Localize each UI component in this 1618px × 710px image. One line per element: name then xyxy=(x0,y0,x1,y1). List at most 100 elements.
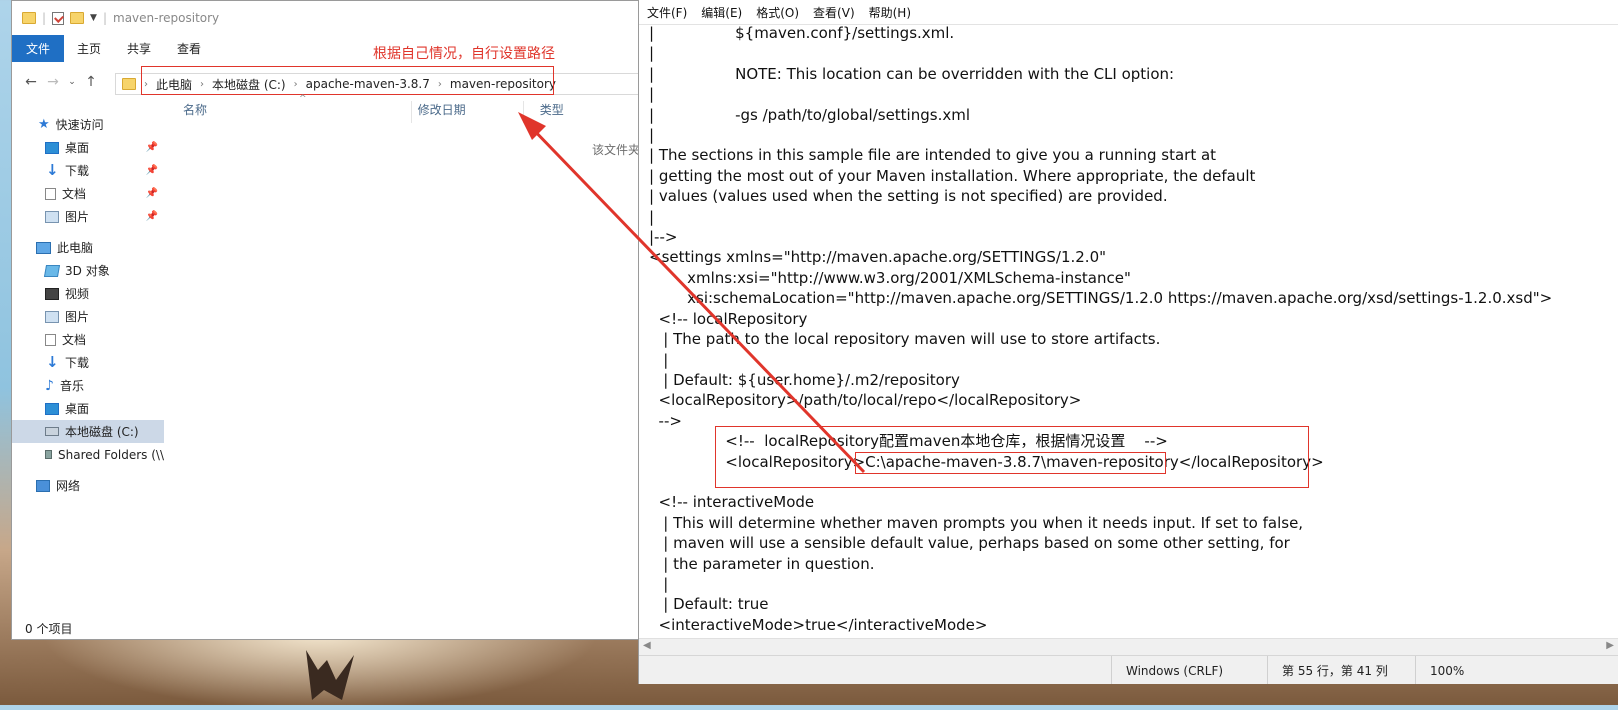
sidebar-item-quick-access[interactable]: ★ 快速访问 xyxy=(12,113,164,136)
quick-access-toolbar-dropdown-icon[interactable]: ▼ xyxy=(90,13,97,23)
text-editor[interactable]: | ${maven.conf}/settings.xml. | | NOTE: … xyxy=(639,24,1618,639)
sidebar-item-music[interactable]: ♪ 音乐 xyxy=(12,374,164,397)
code-line: | -gs /path/to/global/settings.xml xyxy=(649,105,970,124)
sidebar-item-network[interactable]: 网络 xyxy=(12,474,164,497)
code-line: xsi:schemaLocation="http://maven.apache.… xyxy=(649,289,1553,308)
sidebar-item-label: 文档 xyxy=(62,333,87,347)
sidebar-item-label: 下载 xyxy=(65,164,90,178)
code-line: | maven will use a sensible default valu… xyxy=(649,534,1290,553)
tab-share[interactable]: 共享 xyxy=(114,35,164,62)
back-arrow-icon[interactable]: ← xyxy=(20,74,42,90)
recent-locations-chevron-icon[interactable]: ⌄ xyxy=(64,77,80,87)
forward-arrow-icon[interactable]: → xyxy=(42,74,64,90)
new-folder-icon[interactable] xyxy=(70,12,85,24)
code-line: |--> xyxy=(649,228,678,247)
sidebar-item-label: 快速访问 xyxy=(55,118,104,132)
properties-icon[interactable] xyxy=(52,11,65,25)
column-headers: 名称 修改日期 类型 xyxy=(167,101,640,123)
scroll-left-icon[interactable]: ◀ xyxy=(643,640,651,651)
tab-home[interactable]: 主页 xyxy=(64,35,114,62)
sidebar-item-documents[interactable]: 文档 xyxy=(12,328,164,351)
code-line: | The path to the local repository maven… xyxy=(649,330,1161,349)
code-line: <interactiveMode>true</interactiveMode> xyxy=(649,615,988,634)
document-icon xyxy=(45,333,56,346)
navigation-pane: ★ 快速访问 桌面 📌 下载 📌 文档 📌 图片 📌 此电脑 xyxy=(12,113,164,617)
horizontal-scrollbar[interactable]: ◀ ▶ xyxy=(639,638,1618,656)
shared-folder-icon xyxy=(45,450,53,459)
cursor-position: 第 55 行，第 41 列 xyxy=(1267,656,1415,684)
picture-icon xyxy=(45,310,59,323)
up-arrow-icon[interactable]: ↑ xyxy=(80,74,102,90)
code-line: | This will determine whether maven prom… xyxy=(649,513,1304,532)
code-line: | xyxy=(649,574,669,593)
sidebar-item-documents-pinned[interactable]: 文档 📌 xyxy=(12,182,164,205)
menu-file[interactable]: 文件(F) xyxy=(647,4,687,21)
column-header-type[interactable]: 类型 xyxy=(524,101,640,123)
menu-help[interactable]: 帮助(H) xyxy=(869,4,911,21)
sidebar-item-label: 下载 xyxy=(65,356,90,370)
sidebar-item-videos[interactable]: 视频 xyxy=(12,282,164,305)
sidebar-item-downloads-pinned[interactable]: 下载 📌 xyxy=(12,159,164,182)
code-line: | values (values used when the setting i… xyxy=(649,187,1168,206)
star-icon: ★ xyxy=(38,117,50,132)
picture-icon xyxy=(45,210,59,223)
sidebar-item-desktop-pinned[interactable]: 桌面 📌 xyxy=(12,136,164,159)
code-line: | NOTE: This location can be overridden … xyxy=(649,64,1175,83)
line-ending-indicator: Windows (CRLF) xyxy=(1111,656,1267,684)
sidebar-item-label: 图片 xyxy=(65,210,90,224)
sidebar-item-label: 图片 xyxy=(65,310,90,324)
sidebar-item-shared-folders[interactable]: Shared Folders (\\ xyxy=(12,443,164,466)
code-line: | xyxy=(649,350,669,369)
code-line: | xyxy=(649,207,655,226)
code-line: <!-- interactiveMode xyxy=(649,493,815,512)
disk-icon xyxy=(45,427,59,436)
video-icon xyxy=(45,287,59,300)
code-line: | xyxy=(649,44,655,63)
menu-view[interactable]: 查看(V) xyxy=(813,4,855,21)
sidebar-item-desktop[interactable]: 桌面 xyxy=(12,397,164,420)
folder-icon xyxy=(122,78,136,90)
code-line: | Default: true xyxy=(649,595,769,614)
music-icon: ♪ xyxy=(45,377,54,394)
code-line: | ${maven.conf}/settings.xml. xyxy=(649,24,955,42)
menu-bar: 文件(F) 编辑(E) 格式(O) 查看(V) 帮助(H) xyxy=(639,0,1618,24)
divider: | xyxy=(42,11,47,25)
code-line: | The sections in this sample file are i… xyxy=(649,146,1217,165)
sidebar-item-label: 桌面 xyxy=(65,141,90,155)
code-line: <localRepository>/path/to/local/repo</lo… xyxy=(649,391,1082,410)
code-line: | xyxy=(649,126,655,145)
column-header-modified[interactable]: 修改日期 xyxy=(412,101,524,123)
pin-icon[interactable]: 📌 xyxy=(146,188,158,199)
notepad-window: 文件(F) 编辑(E) 格式(O) 查看(V) 帮助(H) | ${maven.… xyxy=(638,0,1618,684)
menu-format[interactable]: 格式(O) xyxy=(756,4,799,21)
sidebar-item-label: 此电脑 xyxy=(57,241,94,255)
pin-icon[interactable]: 📌 xyxy=(146,211,158,222)
code-line: | the parameter in question. xyxy=(649,554,875,573)
sidebar-item-pictures-pinned[interactable]: 图片 📌 xyxy=(12,205,164,228)
tab-view[interactable]: 查看 xyxy=(164,35,214,62)
code-line: xmlns:xsi="http://www.w3.org/2001/XMLSch… xyxy=(649,268,1131,287)
sidebar-item-local-disk[interactable]: 本地磁盘 (C:) xyxy=(12,420,164,443)
explorer-status-bar: 0 个项目 xyxy=(12,617,640,639)
code-line: <!-- localRepository xyxy=(649,309,808,328)
explorer-titlebar: | ▼ | maven-repository xyxy=(12,1,640,35)
notepad-status-bar: Windows (CRLF) 第 55 行，第 41 列 100% xyxy=(639,655,1618,684)
sidebar-item-this-pc[interactable]: 此电脑 xyxy=(12,236,164,259)
pin-icon[interactable]: 📌 xyxy=(146,165,158,176)
sidebar-item-label: 文档 xyxy=(62,187,87,201)
sidebar-item-pictures[interactable]: 图片 xyxy=(12,305,164,328)
code-line: | xyxy=(649,85,655,104)
column-header-name[interactable]: 名称 xyxy=(167,101,412,123)
sidebar-item-3d-objects[interactable]: 3D 对象 xyxy=(12,259,164,282)
scroll-right-icon[interactable]: ▶ xyxy=(1606,640,1614,651)
network-icon xyxy=(36,479,50,492)
sidebar-item-label: 3D 对象 xyxy=(65,264,110,278)
sidebar-item-label: 本地磁盘 (C:) xyxy=(65,425,139,439)
menu-edit[interactable]: 编辑(E) xyxy=(701,4,742,21)
address-highlight-box xyxy=(141,66,554,95)
sidebar-item-downloads[interactable]: 下载 xyxy=(12,351,164,374)
tab-file[interactable]: 文件 xyxy=(12,35,65,62)
pin-icon[interactable]: 📌 xyxy=(146,142,158,153)
desktop-icon xyxy=(45,402,59,415)
cube-icon xyxy=(43,264,61,277)
